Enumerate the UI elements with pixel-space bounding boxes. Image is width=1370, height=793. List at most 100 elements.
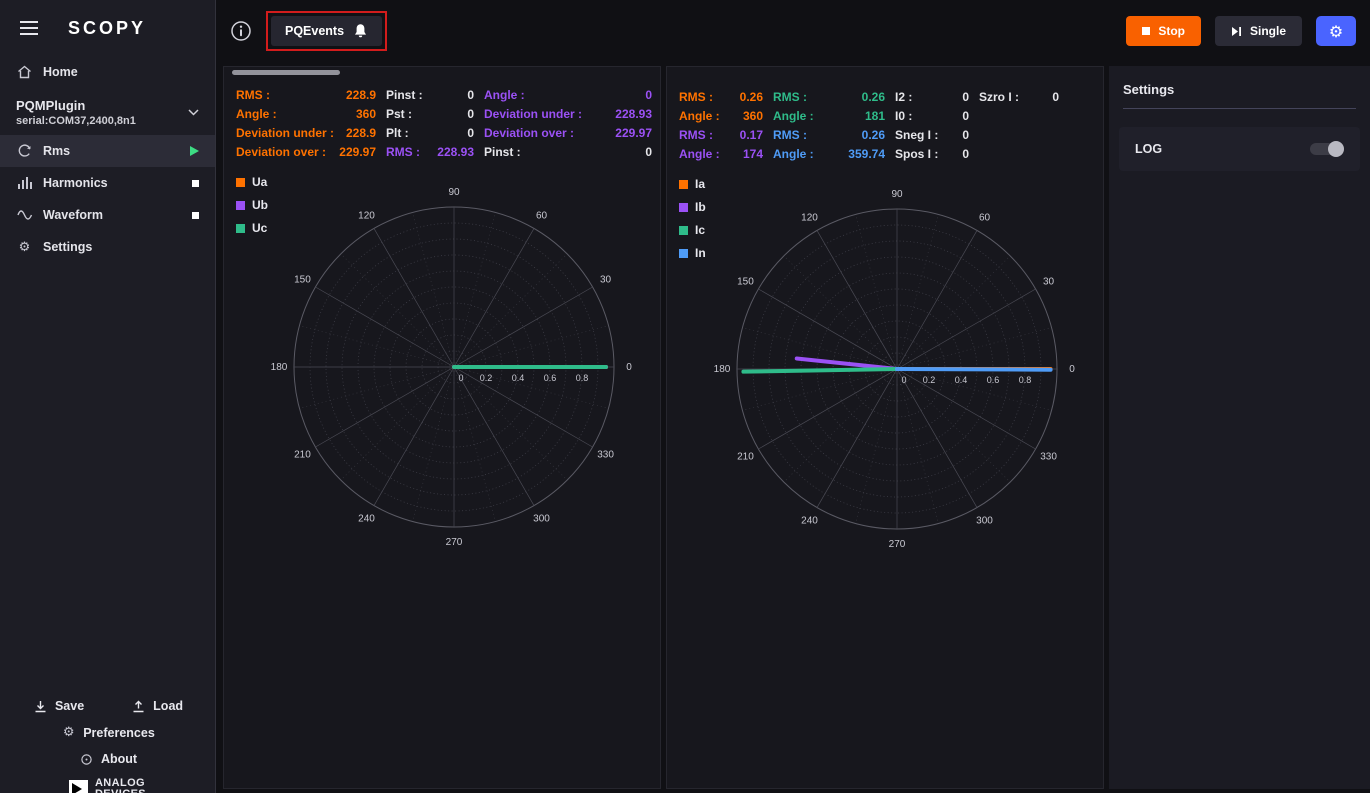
pqevents-label: PQEvents <box>285 24 344 38</box>
current-phasor-chart: 030609012015018021024027030033000.20.40.… <box>707 179 1087 559</box>
legend-label: Ic <box>695 223 705 237</box>
sidebar-plugin-pqm[interactable]: PQMPlugin serial:COM37,2400,8n1 <box>0 88 215 135</box>
preferences-button[interactable]: ⚙ Preferences <box>60 725 155 740</box>
svg-text:60: 60 <box>979 212 991 223</box>
legend-item-ia[interactable]: Ia <box>679 177 706 191</box>
svg-text:0: 0 <box>1069 364 1075 375</box>
svg-text:330: 330 <box>1040 452 1057 463</box>
sidebar-item-label: Rms <box>43 144 70 158</box>
legend-label: In <box>695 246 706 260</box>
voltage-polar-chart: 030609012015018021024027030033000.20.40.… <box>264 177 644 557</box>
legend-item-ib[interactable]: Ib <box>679 200 706 214</box>
menu-toggle-button[interactable] <box>16 17 42 39</box>
harmonics-icon <box>16 177 33 189</box>
svg-text:180: 180 <box>271 362 288 373</box>
stat-cell: RMS :0.26 <box>679 87 763 106</box>
stat-cell: I2 :0 <box>895 87 969 106</box>
current-legend: Ia Ib Ic In <box>679 177 706 260</box>
save-icon <box>32 700 49 713</box>
svg-text:270: 270 <box>889 539 906 550</box>
info-button[interactable] <box>230 20 252 42</box>
stat-cell: Angle :181 <box>773 106 885 125</box>
legend-label: Ia <box>695 177 705 191</box>
settings-panel: Settings LOG <box>1109 66 1370 789</box>
waveform-icon <box>16 209 33 221</box>
save-button[interactable]: Save <box>32 699 84 713</box>
single-shot-icon <box>1231 26 1242 37</box>
run-indicator-play[interactable] <box>190 146 199 156</box>
legend-item-in[interactable]: In <box>679 246 706 260</box>
stat-cell: Angle :360 <box>236 104 376 123</box>
toggle-knob <box>1328 141 1344 157</box>
log-card: LOG <box>1119 127 1360 171</box>
stat-cell <box>979 144 1059 163</box>
stat-cell: Angle :0 <box>484 85 652 104</box>
svg-text:0.2: 0.2 <box>923 375 936 385</box>
plugin-name: PQMPlugin <box>16 98 136 113</box>
toolbar: PQEvents Stop Single ⚙ <box>216 0 1370 62</box>
sidebar: SCOPY Home PQMPlugin serial:COM37,2400,8… <box>0 0 216 793</box>
svg-text:330: 330 <box>597 450 614 461</box>
svg-text:90: 90 <box>891 189 903 200</box>
annotation-highlight: PQEvents <box>266 11 387 51</box>
stat-cell: RMS :0.17 <box>679 125 763 144</box>
save-load-row: Save Load <box>32 699 183 713</box>
stat-cell: RMS :228.9 <box>236 85 376 104</box>
voltage-phasor-chart: 030609012015018021024027030033000.20.40.… <box>264 177 644 557</box>
svg-text:60: 60 <box>536 210 548 221</box>
sidebar-item-waveform[interactable]: Waveform <box>0 199 215 231</box>
legend-swatch <box>236 178 245 187</box>
sidebar-item-harmonics[interactable]: Harmonics <box>0 167 215 199</box>
legend-label: Ib <box>695 200 706 214</box>
stat-cell <box>979 125 1059 144</box>
sidebar-item-label: Harmonics <box>43 176 108 190</box>
stat-cell: Deviation over :229.97 <box>236 142 376 161</box>
settings-gear-button[interactable]: ⚙ <box>1316 16 1356 46</box>
stat-cell: Pinst :0 <box>386 85 474 104</box>
rms-icon <box>16 144 33 158</box>
sidebar-footer: Save Load ⚙ Preferences About <box>0 699 215 793</box>
run-indicator-stop[interactable] <box>192 180 199 187</box>
stat-cell: Pst :0 <box>386 104 474 123</box>
svg-text:0: 0 <box>626 362 632 373</box>
stat-cell: Deviation over :229.97 <box>484 123 652 142</box>
svg-text:270: 270 <box>446 537 463 548</box>
chevron-down-icon[interactable] <box>188 109 199 116</box>
current-polar-chart: 030609012015018021024027030033000.20.40.… <box>707 179 1087 559</box>
svg-text:0.6: 0.6 <box>544 373 557 383</box>
sidebar-item-rms[interactable]: Rms <box>0 135 215 167</box>
sidebar-item-label: Home <box>43 65 78 79</box>
load-button[interactable]: Load <box>130 699 183 713</box>
sidebar-item-home[interactable]: Home <box>0 56 215 88</box>
sidebar-item-label: Waveform <box>43 208 103 222</box>
svg-text:240: 240 <box>801 516 818 527</box>
preferences-label: Preferences <box>83 726 155 740</box>
run-indicator-stop[interactable] <box>192 212 199 219</box>
load-label: Load <box>153 699 183 713</box>
legend-swatch <box>236 224 245 233</box>
stat-cell: Angle :359.74 <box>773 144 885 163</box>
stat-cell: Pinst :0 <box>484 142 652 161</box>
app-logo: SCOPY <box>68 18 146 39</box>
sidebar-item-settings[interactable]: ⚙ Settings <box>0 231 215 263</box>
stat-cell: Szro I :0 <box>979 87 1059 106</box>
stat-cell: RMS :0.26 <box>773 87 885 106</box>
log-label: LOG <box>1135 142 1162 156</box>
analog-devices-logo: ANALOG DEVICES <box>69 778 146 793</box>
legend-item-ic[interactable]: Ic <box>679 223 706 237</box>
stop-icon <box>1142 27 1150 35</box>
current-stats: RMS :0.26 RMS :0.26 I2 :0 Szro I :0 Angle :3… <box>667 75 1103 163</box>
stop-button[interactable]: Stop <box>1126 16 1201 46</box>
svg-text:90: 90 <box>448 187 460 198</box>
pqevents-button[interactable]: PQEvents <box>271 16 382 46</box>
about-button[interactable]: About <box>78 752 137 766</box>
svg-text:210: 210 <box>294 450 311 461</box>
log-toggle[interactable] <box>1310 143 1344 155</box>
legend-swatch <box>679 249 688 258</box>
single-button[interactable]: Single <box>1215 16 1302 46</box>
stats-scrollbar[interactable] <box>232 70 340 75</box>
info-icon <box>78 754 95 765</box>
voltage-panel: RMS :228.9 Pinst :0 Angle :0 Angle :360 Pst … <box>223 66 661 789</box>
plugin-serial: serial:COM37,2400,8n1 <box>16 115 136 127</box>
about-label: About <box>101 752 137 766</box>
